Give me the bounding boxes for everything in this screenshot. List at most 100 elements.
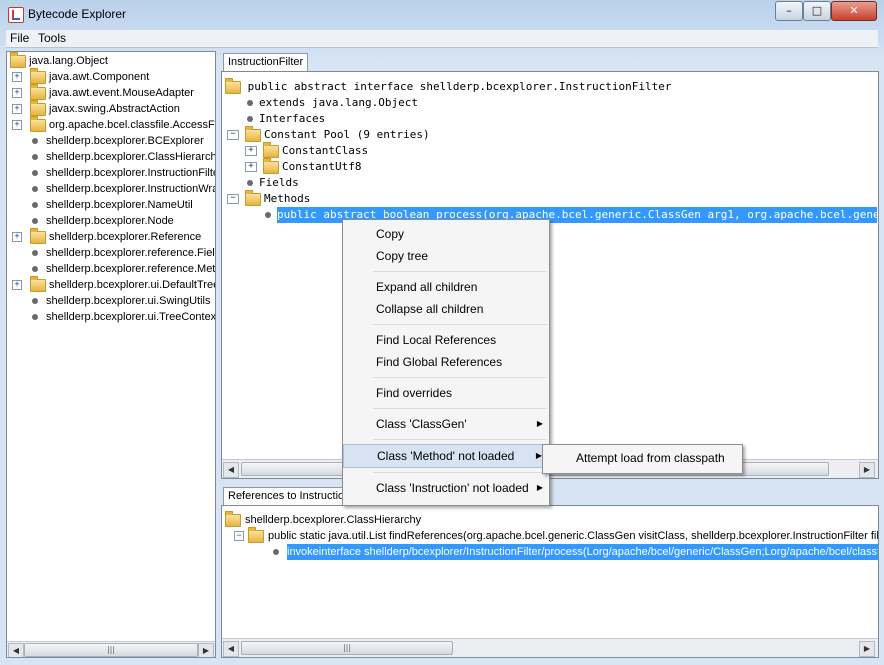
folder-icon (263, 141, 279, 158)
scroll-thumb[interactable]: ||| (24, 643, 198, 657)
references-tree[interactable]: shellderp.bcexplorer.ClassHierarchy − publ… (225, 510, 878, 560)
class-view-node-label: Constant Pool (9 entries) (264, 128, 430, 141)
tree-item[interactable]: shellderp.bcexplorer.Node (10, 213, 215, 229)
expand-icon[interactable]: + (12, 104, 22, 115)
expand-icon[interactable]: + (12, 72, 22, 83)
menu-item-find-global-references[interactable]: Find Global References (343, 351, 549, 373)
reference-node[interactable]: − public static java.util.List findRefere… (225, 526, 878, 544)
tree-item[interactable]: + shellderp.bcexplorer.Reference (10, 227, 215, 245)
tree-item[interactable]: shellderp.bcexplorer.InstructionWrapper (10, 181, 215, 197)
leaf-icon (273, 549, 279, 556)
tree-item-label: shellderp.bcexplorer.ui.TreeContextMenu (46, 311, 216, 323)
expand-icon[interactable]: + (12, 88, 22, 99)
class-view-node[interactable]: + ConstantClass (225, 141, 875, 159)
class-tree[interactable]: java.lang.Object + java.awt.Component + jav… (10, 52, 216, 325)
leaf-icon (32, 138, 38, 145)
tree-item[interactable]: + java.awt.Component (10, 67, 215, 85)
menu-tools[interactable]: Tools (38, 31, 66, 45)
reference-node[interactable]: shellderp.bcexplorer.ClassHierarchy (225, 510, 875, 528)
tree-root[interactable]: java.lang.Object (10, 52, 215, 69)
class-view-tree[interactable]: public abstract interface shellderp.bcex… (225, 77, 878, 223)
tree-item[interactable]: + org.apache.bcel.classfile.AccessFlags (10, 115, 215, 133)
class-view-node[interactable]: Fields (225, 175, 875, 191)
expand-icon[interactable]: + (12, 232, 22, 243)
expand-icon[interactable]: + (12, 280, 22, 291)
tree-item[interactable]: shellderp.bcexplorer.NameUtil (10, 197, 215, 213)
expand-icon[interactable]: + (245, 146, 257, 156)
tree-item[interactable]: shellderp.bcexplorer.ui.TreeContextMenu (10, 309, 216, 325)
class-view-node-label: Methods (264, 192, 311, 205)
class-view-node[interactable]: public abstract boolean process(org.apac… (225, 207, 878, 223)
leaf-icon (265, 212, 271, 218)
tree-item-label: shellderp.bcexplorer.ui.DefaultTreeConte… (49, 279, 215, 291)
close-button[interactable]: ✕ (831, 1, 877, 21)
leaf-icon (32, 266, 38, 273)
class-tree-hscrollbar[interactable]: ◀ ||| ▶ (7, 641, 215, 657)
menu-separator (373, 408, 547, 409)
menu-item-attempt-load[interactable]: Attempt load from classpath (543, 447, 742, 469)
maximize-button[interactable]: □ (803, 1, 831, 21)
expand-icon[interactable]: + (245, 162, 257, 172)
scroll-left-button[interactable]: ◀ (8, 643, 24, 657)
class-view-node-label: Fields (259, 176, 299, 189)
leaf-icon (32, 250, 38, 257)
tree-item[interactable]: + shellderp.bcexplorer.ui.DefaultTreeCont… (10, 275, 215, 293)
scroll-right-button[interactable]: ▶ (198, 643, 214, 657)
title-bar[interactable]: Bytecode Explorer – □ ✕ (0, 0, 884, 30)
tree-item-label: javax.swing.AbstractAction (49, 103, 180, 115)
tree-item[interactable]: + javax.swing.AbstractAction (10, 99, 215, 117)
folder-icon (245, 125, 261, 142)
tree-item-label: shellderp.bcexplorer.reference.MethodRef… (46, 263, 216, 275)
reference-node-label: shellderp.bcexplorer.ClassHierarchy (245, 514, 422, 526)
scroll-left-button[interactable]: ◀ (223, 462, 239, 478)
tree-item[interactable]: shellderp.bcexplorer.reference.MethodRef… (10, 261, 216, 277)
tree-item[interactable]: shellderp.bcexplorer.BCExplorer (10, 133, 215, 149)
tab-instruction-filter[interactable]: InstructionFilter (223, 53, 309, 71)
class-view-node[interactable]: Interfaces (225, 111, 875, 127)
tree-item-label: shellderp.bcexplorer.ui.SwingUtils (46, 295, 211, 307)
expand-icon[interactable]: + (12, 120, 22, 131)
class-view-panel: public abstract interface shellderp.bcex… (221, 71, 879, 479)
references-hscrollbar[interactable]: ◀ ||| ▶ (222, 638, 878, 657)
tree-item[interactable]: shellderp.bcexplorer.InstructionFilter (10, 165, 216, 181)
menu-separator (373, 472, 547, 473)
class-view-root[interactable]: public abstract interface shellderp.bcex… (225, 77, 875, 95)
folder-icon (225, 77, 241, 94)
menu-item-class-method[interactable]: Class 'Method' not loaded ▶ (343, 444, 549, 468)
scroll-thumb[interactable]: ||| (241, 641, 453, 655)
menu-item-expand-all[interactable]: Expand all children (343, 276, 549, 298)
class-view-root-label: public abstract interface shellderp.bcex… (247, 80, 672, 93)
collapse-icon[interactable]: − (227, 130, 239, 140)
scroll-left-button[interactable]: ◀ (223, 641, 239, 657)
tree-item-label: shellderp.bcexplorer.InstructionFilter (46, 167, 216, 179)
scroll-right-button[interactable]: ▶ (859, 462, 875, 478)
menu-item-find-overrides[interactable]: Find overrides (343, 382, 549, 404)
tree-item[interactable]: shellderp.bcexplorer.ClassHierarchy (10, 149, 215, 165)
reference-node[interactable]: invokeinterface shellderp/bcexplorer/Ins… (225, 544, 878, 560)
class-view-node[interactable]: + ConstantUtf8 (225, 157, 875, 175)
class-view-node-label: ConstantUtf8 (282, 160, 362, 173)
minimize-button[interactable]: – (775, 1, 803, 21)
submenu-arrow-icon: ▶ (536, 419, 543, 428)
tree-item[interactable]: shellderp.bcexplorer.reference.FieldRefe… (10, 245, 215, 261)
class-view-node[interactable]: extends java.lang.Object (225, 95, 875, 111)
leaf-icon (32, 218, 38, 225)
menu-item-collapse-all[interactable]: Collapse all children (343, 298, 549, 320)
class-view-node[interactable]: − Methods (225, 189, 875, 207)
folder-icon (30, 275, 46, 292)
menu-item-copy[interactable]: Copy (343, 223, 549, 245)
menu-item-find-local-references[interactable]: Find Local References (343, 329, 549, 351)
tree-item-label: java.awt.Component (49, 71, 150, 83)
scroll-right-button[interactable]: ▶ (859, 641, 875, 657)
menu-item-class-classgen[interactable]: Class 'ClassGen' ▶ (343, 413, 549, 435)
menu-file[interactable]: File (10, 31, 29, 45)
window-title: Bytecode Explorer (28, 7, 127, 21)
menu-item-copy-tree[interactable]: Copy tree (343, 245, 549, 267)
tree-item[interactable]: shellderp.bcexplorer.ui.SwingUtils (10, 293, 215, 309)
tree-item[interactable]: + java.awt.event.MouseAdapter (10, 83, 215, 101)
collapse-icon[interactable]: − (234, 531, 244, 542)
menu-item-class-instruction[interactable]: Class 'Instruction' not loaded ▶ (343, 477, 549, 499)
class-view-node[interactable]: − Constant Pool (9 entries) (225, 125, 875, 143)
tree-item-label: org.apache.bcel.classfile.AccessFlags (49, 119, 215, 131)
collapse-icon[interactable]: − (227, 194, 239, 204)
